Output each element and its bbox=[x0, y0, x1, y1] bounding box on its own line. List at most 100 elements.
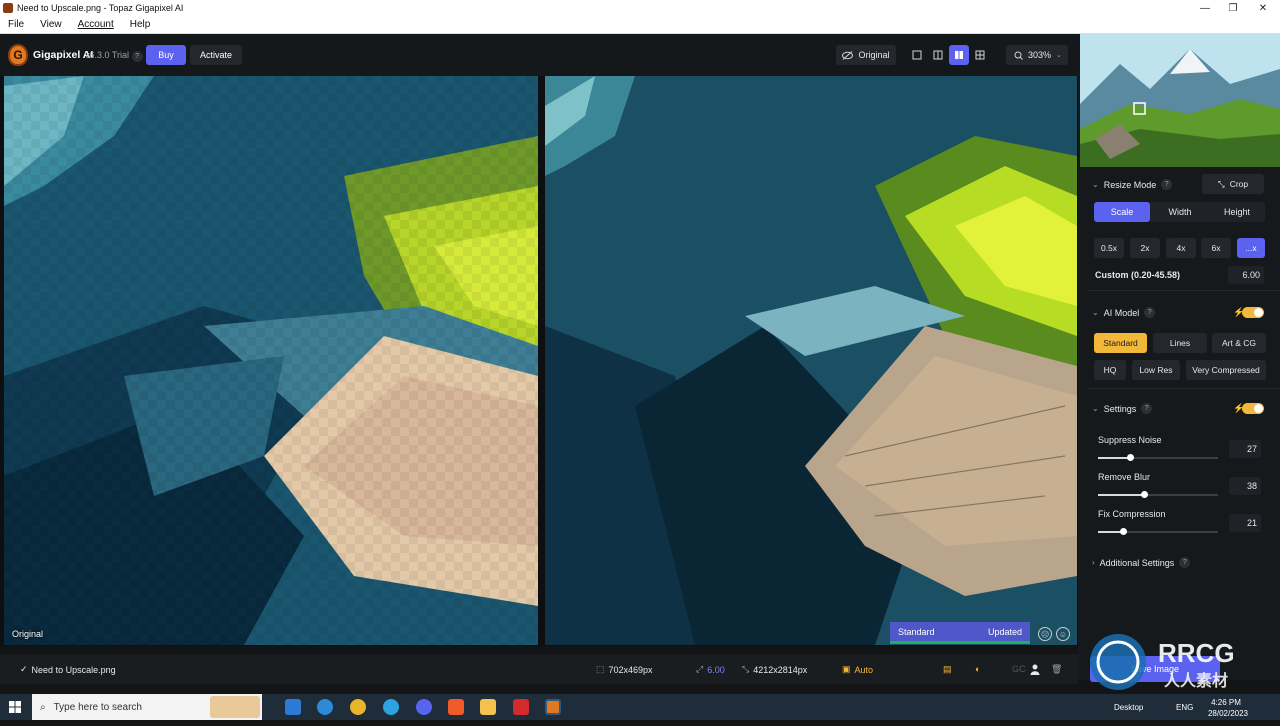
help-icon[interactable]: ? bbox=[1141, 403, 1153, 414]
additional-settings-header[interactable]: › Additional Settings ? bbox=[1092, 557, 1191, 568]
sad-face-icon[interactable]: ☹ bbox=[1038, 627, 1052, 641]
menu-help[interactable]: Help bbox=[122, 19, 159, 30]
chevron-down-icon: ⌄ bbox=[1092, 404, 1099, 413]
original-label: Original bbox=[858, 50, 890, 60]
close-icon[interactable]: ✕ bbox=[1248, 0, 1278, 16]
menu-file[interactable]: File bbox=[0, 19, 32, 30]
setting-value-input[interactable]: 21 bbox=[1229, 514, 1261, 532]
maximize-icon[interactable]: ❐ bbox=[1218, 0, 1248, 16]
slider-fill bbox=[1098, 494, 1144, 496]
search-placeholder: Type here to search bbox=[53, 701, 142, 713]
crop-button[interactable]: ⤡ Crop bbox=[1202, 174, 1264, 194]
custom-scale-input[interactable]: 6.00 bbox=[1228, 266, 1264, 284]
grid-view-button[interactable] bbox=[970, 45, 990, 65]
model-low-res-button[interactable]: Low Res bbox=[1132, 360, 1180, 380]
discord-icon[interactable] bbox=[416, 699, 432, 715]
split-view-button[interactable] bbox=[928, 45, 948, 65]
model-hq-button[interactable]: HQ bbox=[1094, 360, 1126, 380]
zoom-dropdown[interactable]: 303% ⌄ bbox=[1006, 45, 1068, 65]
single-view-button[interactable] bbox=[907, 45, 927, 65]
settings-panel: ⌄ Resize Mode ? ⤡ Crop Scale Width Height… bbox=[1078, 34, 1280, 680]
face-recovery-icon[interactable]: ▤ bbox=[943, 664, 952, 675]
gigapixel-taskbar-icon[interactable] bbox=[545, 699, 561, 715]
scale-4x-button[interactable]: 4x bbox=[1166, 238, 1196, 258]
help-icon[interactable]: ? bbox=[1179, 557, 1191, 568]
model-art-cg-button[interactable]: Art & CG bbox=[1212, 333, 1266, 353]
menu-view[interactable]: View bbox=[32, 19, 70, 30]
slider-knob[interactable] bbox=[1120, 528, 1128, 535]
settings-title: Settings bbox=[1103, 403, 1137, 414]
help-icon[interactable]: ? bbox=[1144, 307, 1156, 318]
navigator-thumbnail[interactable] bbox=[1080, 34, 1280, 167]
telegram-icon[interactable] bbox=[383, 699, 399, 715]
person-icon[interactable] bbox=[1030, 664, 1040, 675]
original-toggle-button[interactable]: Original bbox=[836, 45, 896, 65]
divider bbox=[1088, 290, 1280, 291]
buy-button[interactable]: Buy bbox=[146, 45, 186, 65]
auto-mode[interactable]: ▣ Auto bbox=[842, 664, 873, 675]
scale-custom-button[interactable]: ...x bbox=[1237, 238, 1265, 258]
language-indicator[interactable]: ENG bbox=[1176, 694, 1193, 720]
help-icon[interactable]: ? bbox=[1161, 179, 1173, 190]
resize-mode-header[interactable]: ⌄ Resize Mode ? bbox=[1092, 179, 1173, 190]
model-lines-button[interactable]: Lines bbox=[1153, 333, 1207, 353]
tab-height[interactable]: Height bbox=[1209, 202, 1265, 222]
status-bar: ✓ Need to Upscale.png ⬚ 702x469px ⤢ 6.00… bbox=[0, 654, 1078, 684]
taskbar-search[interactable]: ⌕ Type here to search bbox=[32, 694, 262, 720]
upscaled-preview[interactable] bbox=[545, 76, 1077, 645]
model-very-compressed-button[interactable]: Very Compressed bbox=[1186, 360, 1266, 380]
setting-value-input[interactable]: 38 bbox=[1229, 477, 1261, 495]
chrome-icon[interactable] bbox=[350, 699, 366, 715]
original-preview[interactable]: Original bbox=[4, 76, 538, 645]
vscode-icon[interactable] bbox=[285, 699, 301, 715]
edge-icon[interactable] bbox=[317, 699, 333, 715]
single-view-icon bbox=[912, 50, 922, 60]
setting-value-input[interactable]: 27 bbox=[1229, 440, 1261, 458]
settings-header[interactable]: ⌄ Settings ? bbox=[1092, 403, 1153, 414]
preview-area: Original Standard Updated ☹ ☺ bbox=[0, 76, 1078, 646]
windows-start-icon[interactable] bbox=[9, 701, 21, 716]
scale-2x-button[interactable]: 2x bbox=[1130, 238, 1160, 258]
scale-factor-text: 6.00 bbox=[707, 664, 725, 675]
menu-account[interactable]: Account bbox=[70, 19, 122, 30]
clock-date[interactable]: 28/02/2023 bbox=[1203, 700, 1253, 726]
setting-slider[interactable] bbox=[1098, 528, 1218, 535]
file-explorer-icon[interactable] bbox=[480, 699, 496, 715]
window-titlebar: Need to Upscale.png - Topaz Gigapixel AI… bbox=[0, 0, 1280, 16]
output-size-text: 4212x2814px bbox=[753, 664, 808, 675]
desktop-label[interactable]: Desktop bbox=[1114, 694, 1143, 720]
file-entry[interactable]: ✓ Need to Upscale.png bbox=[20, 664, 116, 675]
scale-6x-button[interactable]: 6x bbox=[1201, 238, 1231, 258]
brightness-icon[interactable]: ◐ bbox=[975, 664, 980, 674]
menubar: File View Account Help bbox=[0, 16, 1280, 34]
tab-scale[interactable]: Scale bbox=[1094, 202, 1150, 222]
pdf-reader-icon[interactable] bbox=[513, 699, 529, 715]
minimize-icon[interactable]: — bbox=[1190, 0, 1220, 16]
eye-off-icon bbox=[842, 50, 854, 60]
save-image-button[interactable]: Save Image bbox=[1090, 656, 1220, 682]
scale-factor: ⤢ 6.00 bbox=[696, 664, 725, 675]
output-size: ⤡ 4212x2814px bbox=[742, 664, 807, 675]
help-icon[interactable]: ? bbox=[131, 51, 143, 62]
custom-scale-label: Custom (0.20-45.58) bbox=[1095, 270, 1181, 280]
ai-model-auto-toggle[interactable] bbox=[1242, 307, 1264, 318]
tab-width[interactable]: Width bbox=[1152, 202, 1208, 222]
setting-label: Remove Blur bbox=[1098, 472, 1151, 482]
trash-icon[interactable]: 🗑 bbox=[1051, 664, 1062, 675]
side-by-side-view-button[interactable] bbox=[949, 45, 969, 65]
scale-0-5x-button[interactable]: 0.5x bbox=[1094, 238, 1124, 258]
slider-knob[interactable] bbox=[1127, 454, 1135, 461]
setting-slider[interactable] bbox=[1098, 454, 1218, 461]
settings-auto-toggle[interactable] bbox=[1242, 403, 1264, 414]
slider-knob[interactable] bbox=[1140, 491, 1148, 498]
setting-slider[interactable] bbox=[1098, 491, 1218, 498]
zoom-icon bbox=[1014, 51, 1023, 60]
brave-icon[interactable] bbox=[448, 699, 464, 715]
check-icon: ✓ bbox=[20, 664, 28, 674]
ai-model-header[interactable]: ⌄ AI Model ? bbox=[1092, 307, 1156, 318]
model-standard-button[interactable]: Standard bbox=[1094, 333, 1147, 353]
happy-face-icon[interactable]: ☺ bbox=[1056, 627, 1070, 641]
activate-button[interactable]: Activate bbox=[190, 45, 242, 65]
split-view-icon bbox=[933, 50, 943, 60]
version-text: v6.3.0 Trial bbox=[85, 50, 130, 60]
